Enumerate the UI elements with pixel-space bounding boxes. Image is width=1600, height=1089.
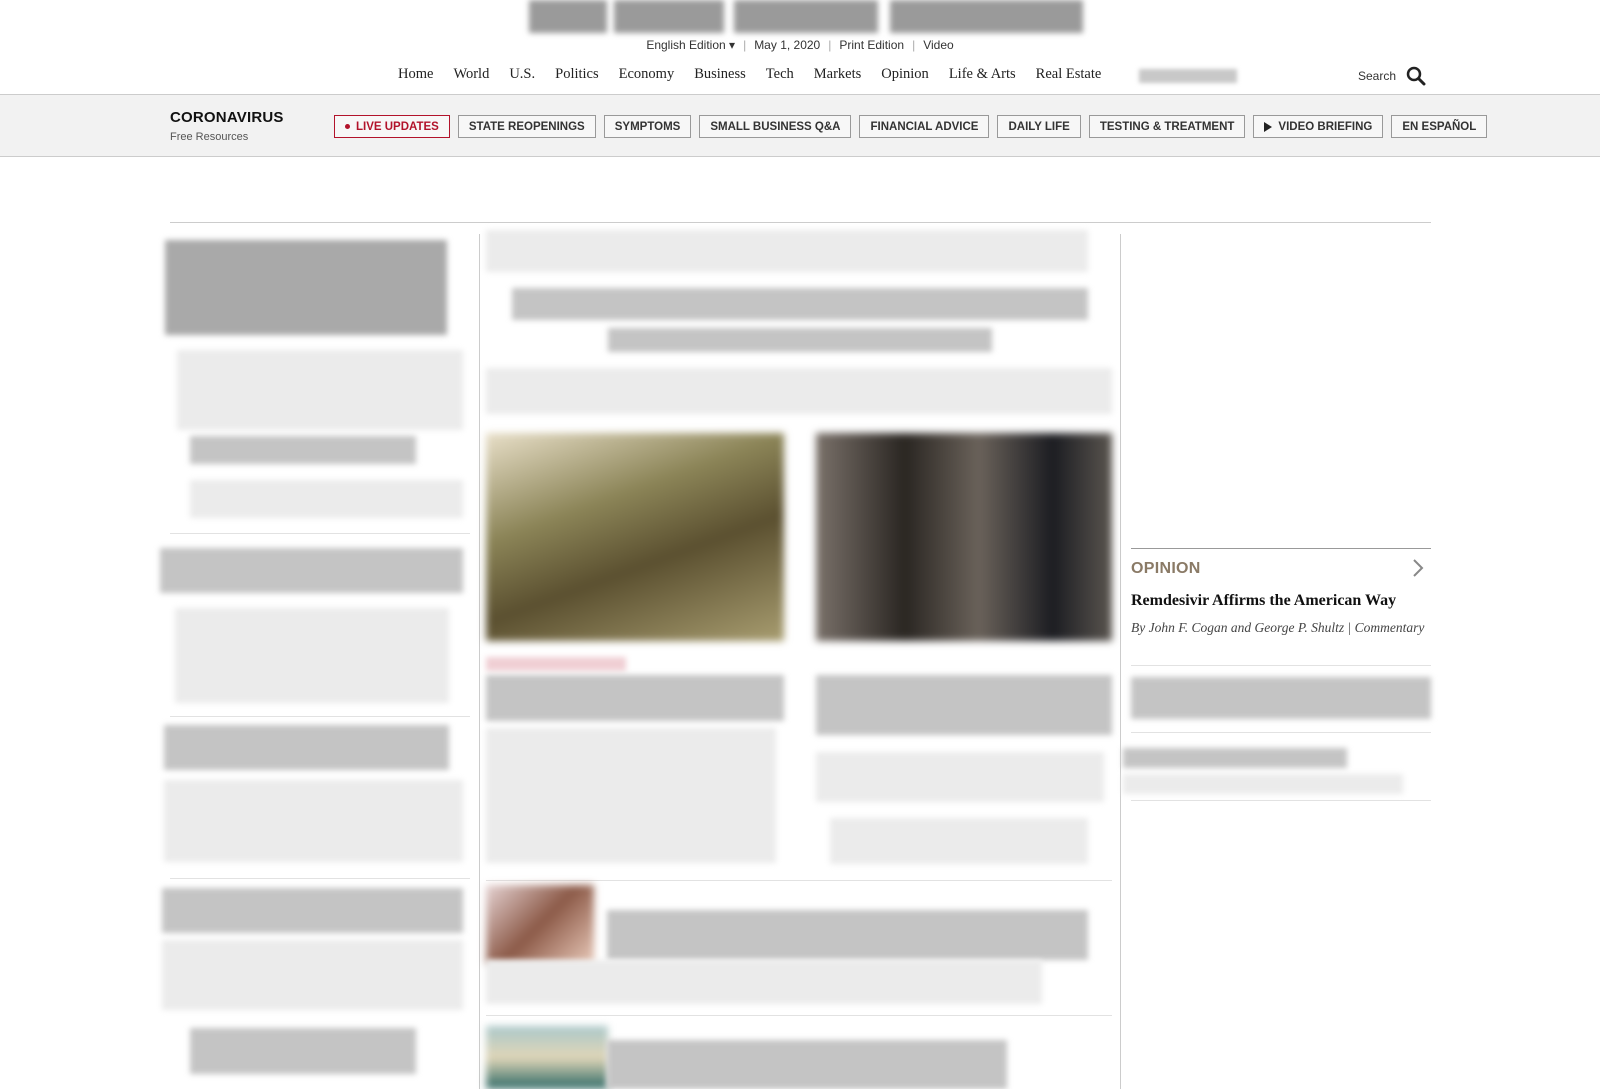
- pill-daily-life[interactable]: DAILY LIFE: [997, 115, 1081, 138]
- pill-small-business[interactable]: SMALL BUSINESS Q&A: [699, 115, 852, 138]
- nav-economy[interactable]: Economy: [619, 66, 675, 83]
- edition-bar: English Edition ▾ | May 1, 2020 | Print Edit…: [646, 38, 954, 52]
- lead-photo-right[interactable]: [816, 433, 1112, 641]
- coronavirus-title[interactable]: CORONAVIRUS: [170, 109, 284, 126]
- search-icon: [1406, 66, 1426, 86]
- story-thumbnail[interactable]: [486, 1026, 608, 1089]
- coronavirus-subtitle[interactable]: Free Resources: [170, 131, 248, 143]
- pill-testing-treatment[interactable]: TESTING & TREATMENT: [1088, 115, 1246, 138]
- divider: [1131, 800, 1431, 801]
- coronavirus-pills: LIVE UPDATES STATE REOPENINGS SYMPTOMS S…: [334, 115, 1488, 138]
- pill-video-briefing[interactable]: VIDEO BRIEFING: [1253, 115, 1384, 138]
- edition-selector[interactable]: English Edition ▾: [646, 38, 735, 52]
- pill-state-reopenings[interactable]: STATE REOPENINGS: [457, 115, 596, 138]
- pill-label: EN ESPAÑOL: [1402, 120, 1477, 133]
- nav-us[interactable]: U.S.: [509, 66, 535, 83]
- live-dot-icon: [345, 124, 350, 129]
- video-link[interactable]: Video: [923, 38, 953, 52]
- pill-symptoms[interactable]: SYMPTOMS: [603, 115, 692, 138]
- pill-label: LIVE UPDATES: [356, 120, 439, 133]
- divider: [1131, 732, 1431, 733]
- nav-life-arts[interactable]: Life & Arts: [949, 66, 1016, 83]
- print-edition-link[interactable]: Print Edition: [839, 38, 904, 52]
- opinion-headline[interactable]: Remdesivir Affirms the American Way: [1131, 592, 1396, 610]
- pill-label: STATE REOPENINGS: [468, 120, 585, 133]
- pill-financial-advice[interactable]: FINANCIAL ADVICE: [859, 115, 990, 138]
- pill-en-espanol[interactable]: EN ESPAÑOL: [1391, 115, 1488, 138]
- nav-extra-item[interactable]: [1139, 69, 1237, 83]
- divider: [486, 1015, 1112, 1016]
- divider: [170, 533, 470, 534]
- nav-opinion[interactable]: Opinion: [881, 66, 929, 83]
- coronavirus-bar: CORONAVIRUS Free Resources LIVE UPDATES …: [0, 94, 1600, 157]
- pill-label: SMALL BUSINESS Q&A: [710, 120, 841, 133]
- nav-politics[interactable]: Politics: [555, 66, 599, 83]
- divider: [170, 878, 470, 879]
- opinion-rule: [1131, 548, 1431, 549]
- lead-photo-left[interactable]: [486, 433, 784, 641]
- play-icon: [1264, 121, 1273, 132]
- divider: [486, 880, 1112, 881]
- nav-markets[interactable]: Markets: [814, 66, 862, 83]
- pill-label: FINANCIAL ADVICE: [870, 120, 979, 133]
- pill-live-updates[interactable]: LIVE UPDATES: [334, 115, 450, 138]
- search-label: Search: [1358, 69, 1397, 83]
- opinion-byline: By John F. Cogan and George P. Shultz | …: [1131, 620, 1425, 635]
- nav-business[interactable]: Business: [694, 66, 746, 83]
- column-divider-left: [479, 234, 480, 1089]
- column-divider-right: [1120, 234, 1121, 1089]
- pill-label: DAILY LIFE: [1008, 120, 1070, 133]
- story-thumbnail[interactable]: [486, 885, 594, 963]
- pill-label: SYMPTOMS: [614, 120, 681, 133]
- main-nav: Home World U.S. Politics Economy Busines…: [398, 66, 1101, 83]
- nav-home[interactable]: Home: [398, 66, 433, 83]
- pill-label: TESTING & TREATMENT: [1099, 120, 1235, 133]
- chevron-right-icon[interactable]: [1408, 558, 1428, 578]
- divider: [170, 716, 470, 717]
- edition-date: May 1, 2020: [754, 38, 821, 52]
- nav-real-estate[interactable]: Real Estate: [1036, 66, 1102, 83]
- pill-label: VIDEO BRIEFING: [1278, 120, 1373, 133]
- content-top-rule: [170, 222, 1431, 223]
- nav-world[interactable]: World: [453, 66, 489, 83]
- search-button[interactable]: Search: [1358, 66, 1426, 86]
- opinion-label[interactable]: OPINION: [1131, 560, 1201, 578]
- nav-tech[interactable]: Tech: [766, 66, 794, 83]
- divider: [1131, 665, 1431, 666]
